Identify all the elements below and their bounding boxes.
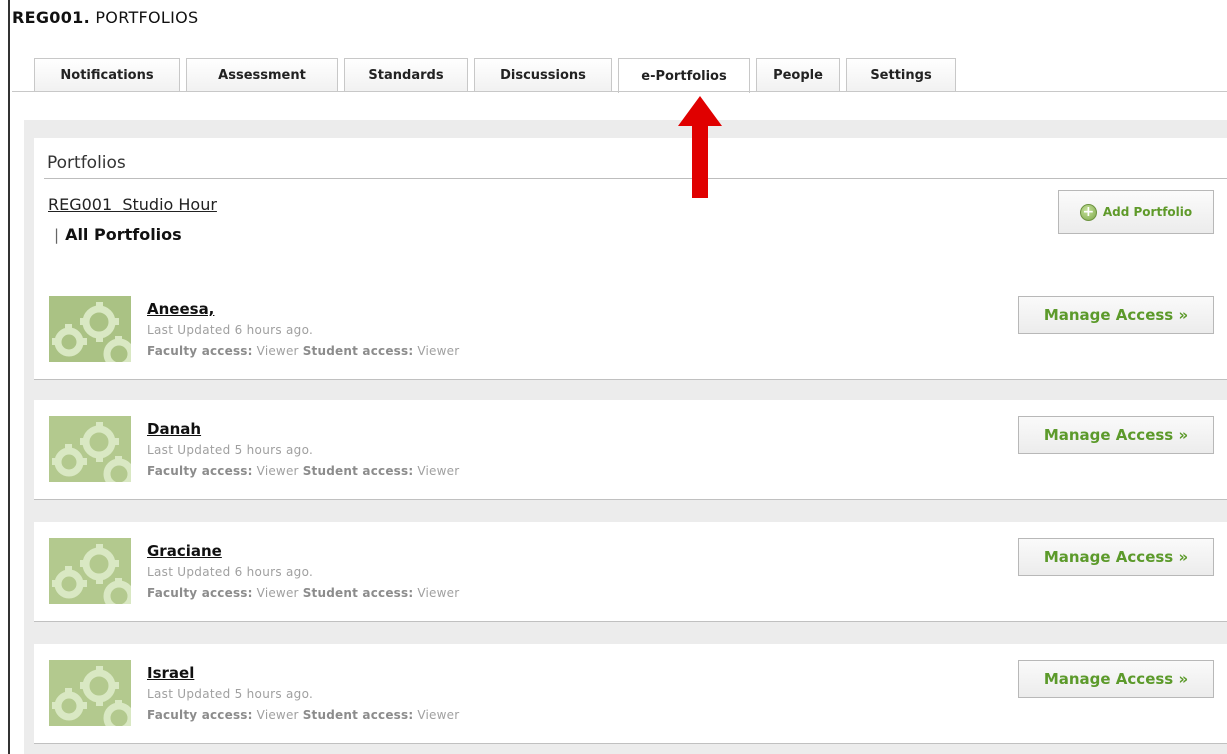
gears-icon — [49, 660, 131, 726]
manage-access-button[interactable]: Manage Access » — [1018, 660, 1214, 698]
faculty-access-value: Viewer — [256, 586, 299, 600]
tab-notifications[interactable]: Notifications — [34, 58, 180, 92]
portfolio-item: Graciane Last Updated 6 hours ago. Facul… — [34, 522, 1227, 622]
tab-label: e-Portfolios — [641, 68, 727, 84]
divider — [44, 178, 1227, 179]
portfolio-item: Israel Last Updated 5 hours ago. Faculty… — [34, 644, 1227, 744]
student-access-value: Viewer — [417, 708, 460, 722]
portfolio-item: Aneesa, Last Updated 6 hours ago. Facult… — [34, 280, 1227, 380]
faculty-access-value: Viewer — [256, 464, 299, 478]
portfolio-name-link[interactable]: Israel — [147, 664, 194, 682]
faculty-access-label: Faculty access: — [147, 464, 253, 478]
portfolio-name-link[interactable]: Aneesa, — [147, 300, 214, 318]
breadcrumb-tick: | — [54, 226, 60, 244]
tab-label: Standards — [368, 68, 444, 83]
portfolio-name-link[interactable]: Graciane — [147, 542, 222, 560]
breadcrumb-current: | All Portfolios — [54, 225, 182, 244]
add-portfolio-label: Add Portfolio — [1102, 205, 1193, 219]
section-title: Portfolios — [47, 153, 126, 173]
last-updated: Last Updated 6 hours ago. — [147, 323, 314, 337]
student-access-label: Student access: — [302, 708, 414, 722]
page-title: REG001. PORTFOLIOS — [12, 8, 199, 27]
portfolios-header: Portfolios REG001 Studio Hour | All Portf… — [34, 138, 1227, 288]
course-title: PORTFOLIOS — [95, 8, 199, 27]
student-access-value: Viewer — [417, 344, 460, 358]
student-access-value: Viewer — [417, 464, 460, 478]
last-updated: Last Updated 5 hours ago. — [147, 687, 314, 701]
tab-label: Discussions — [500, 68, 586, 83]
faculty-access-value: Viewer — [256, 344, 299, 358]
red-arrow-annotation — [678, 96, 722, 198]
last-updated: Last Updated 5 hours ago. — [147, 443, 314, 457]
manage-access-button[interactable]: Manage Access » — [1018, 296, 1214, 334]
faculty-access-label: Faculty access: — [147, 344, 253, 358]
gears-icon — [49, 416, 131, 482]
portfolio-name-link[interactable]: Danah — [147, 420, 201, 438]
student-access-label: Student access: — [302, 464, 414, 478]
access-info: Faculty access: Viewer Student access: V… — [147, 464, 459, 478]
access-info: Faculty access: Viewer Student access: V… — [147, 344, 459, 358]
faculty-access-label: Faculty access: — [147, 586, 253, 600]
access-info: Faculty access: Viewer Student access: V… — [147, 586, 459, 600]
tab-discussions[interactable]: Discussions — [474, 58, 612, 92]
gears-icon — [49, 296, 131, 362]
tab-divider — [12, 91, 1227, 92]
manage-access-button[interactable]: Manage Access » — [1018, 416, 1214, 454]
tab-assessment[interactable]: Assessment — [186, 58, 338, 92]
tab-bar: Notifications Assessment Standards Discu… — [34, 58, 956, 93]
app-frame: REG001. PORTFOLIOS Notifications Assessm… — [8, 0, 1227, 754]
portfolio-item: Danah Last Updated 5 hours ago. Faculty … — [34, 400, 1227, 500]
tab-settings[interactable]: Settings — [846, 58, 956, 92]
tab-label: People — [773, 68, 823, 83]
last-updated: Last Updated 6 hours ago. — [147, 565, 314, 579]
manage-access-button[interactable]: Manage Access » — [1018, 538, 1214, 576]
tab-label: Assessment — [218, 68, 306, 83]
faculty-access-label: Faculty access: — [147, 708, 253, 722]
breadcrumb-current-label: All Portfolios — [65, 225, 182, 244]
student-access-label: Student access: — [302, 586, 414, 600]
access-info: Faculty access: Viewer Student access: V… — [147, 708, 459, 722]
tab-e-portfolios[interactable]: e-Portfolios — [618, 58, 750, 93]
plus-circle-icon: + — [1079, 203, 1097, 221]
add-portfolio-button[interactable]: + Add Portfolio — [1058, 190, 1214, 234]
course-code: REG001. — [12, 8, 90, 27]
breadcrumb-course-link[interactable]: REG001 Studio Hour — [48, 195, 217, 214]
student-access-label: Student access: — [302, 344, 414, 358]
tab-people[interactable]: People — [756, 58, 840, 92]
tab-standards[interactable]: Standards — [344, 58, 468, 92]
gears-icon — [49, 538, 131, 604]
student-access-value: Viewer — [417, 586, 460, 600]
tab-label: Settings — [870, 68, 932, 83]
faculty-access-value: Viewer — [256, 708, 299, 722]
tab-label: Notifications — [60, 68, 154, 83]
arrow-shape — [678, 96, 722, 198]
